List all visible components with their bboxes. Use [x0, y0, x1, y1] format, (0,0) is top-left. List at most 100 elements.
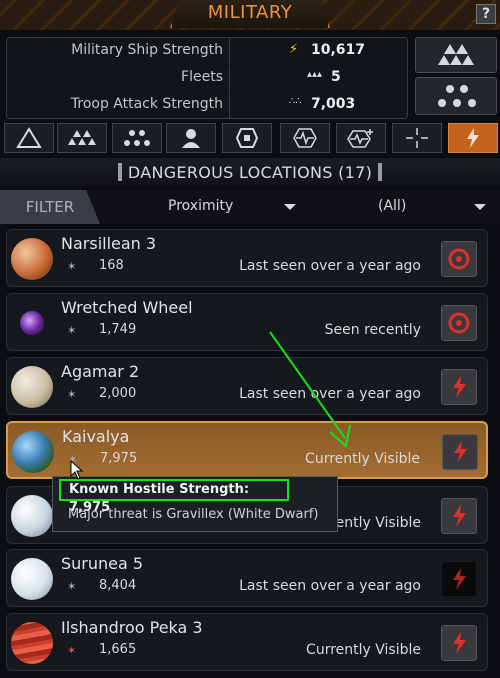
fleet-group-button[interactable]: [415, 37, 497, 73]
planet-icon: [12, 431, 54, 473]
location-name: Agamar 2: [61, 362, 140, 381]
location-strength: 7,975: [100, 451, 138, 466]
planet-icon: [11, 495, 53, 537]
triangle-icon: [16, 127, 42, 148]
crosshair-icon: [406, 128, 428, 148]
attack-button[interactable]: [441, 498, 477, 534]
chevron-down-icon[interactable]: [284, 204, 296, 210]
scope-dropdown[interactable]: (All): [378, 198, 406, 214]
tooltip-title: Known Hostile Strength: 7,975: [59, 479, 289, 515]
waveform-icon: [293, 128, 317, 148]
stat-value: 10,617: [311, 42, 366, 58]
stat-value: 5: [331, 69, 341, 85]
section-title: DANGEROUS LOCATIONS (17): [127, 163, 373, 182]
planet-icon: [11, 238, 53, 280]
target-icon: [448, 248, 470, 270]
tooltip: Known Hostile Strength: 7,975 Major thre…: [52, 476, 338, 532]
tab-shield[interactable]: [222, 123, 272, 153]
lightning-icon: [453, 568, 466, 590]
dot-grid-icon: [124, 130, 150, 146]
location-status: Last seen over a year ago: [239, 258, 421, 274]
location-row[interactable]: Ilshandroo Peka 3 ✶ 1,665 Currently Visi…: [6, 613, 488, 671]
mouse-cursor-icon: [70, 460, 84, 480]
location-status: Currently Visible: [305, 451, 420, 467]
troops-icon: ∴∴: [289, 96, 302, 107]
attack-button[interactable]: [441, 369, 477, 405]
waveform-plus-icon: [347, 129, 373, 148]
stat-label: Troop Attack Strength: [70, 96, 223, 112]
tooltip-body: Major threat is Gravillex (White Dwarf): [68, 507, 319, 522]
planet-icon: [11, 622, 53, 664]
lightning-icon: [453, 505, 466, 527]
lightning-icon: [454, 441, 467, 463]
stat-label: Fleets: [181, 69, 223, 85]
attack-button[interactable]: [442, 434, 478, 470]
location-name: Narsillean 3: [61, 234, 157, 253]
attack-button[interactable]: [441, 625, 477, 661]
planet-icon: [11, 366, 53, 408]
location-name: Kaivalya: [62, 427, 130, 446]
tab-waveform[interactable]: [280, 123, 330, 153]
lightning-icon: [467, 128, 479, 148]
location-name: Surunea 5: [61, 554, 144, 573]
tab-person[interactable]: [166, 123, 216, 153]
page-title: MILITARY: [207, 2, 293, 23]
location-row[interactable]: Wretched Wheel ✶ 1,749 Seen recently: [6, 293, 488, 351]
tab-lightning[interactable]: [448, 123, 498, 153]
shield-icon: [235, 128, 259, 148]
stat-value: 7,003: [311, 96, 356, 112]
fleet-formation-icon: [438, 44, 474, 65]
sort-dropdown[interactable]: Proximity: [168, 198, 233, 214]
location-status: Last seen over a year ago: [239, 578, 421, 594]
dot-grid-icon: [438, 85, 476, 107]
location-row[interactable]: Surunea 5 ✶ 8,404 Last seen over a year …: [6, 549, 488, 607]
tab-triangle[interactable]: [4, 123, 54, 153]
hostile-ship-icon: ✶: [67, 260, 77, 273]
stat-label: Military Ship Strength: [71, 42, 223, 58]
hostile-ship-icon: ✶: [67, 324, 77, 337]
location-status: Last seen over a year ago: [239, 386, 421, 402]
target-button[interactable]: [441, 305, 477, 341]
location-status: Seen recently: [324, 322, 421, 338]
stat-row-fleets: Fleets ▴▴▴ 5: [7, 65, 407, 91]
stat-row-ship-strength: Military Ship Strength ⚡ 10,617: [7, 38, 407, 64]
target-icon: [448, 312, 470, 334]
lightning-icon: [453, 632, 466, 654]
location-strength: 168: [99, 258, 124, 273]
hostile-ship-icon: ✶: [67, 388, 77, 401]
location-strength: 1,665: [99, 642, 137, 657]
lightning-icon: ⚡: [289, 42, 299, 57]
person-icon: [182, 129, 200, 148]
tab-dot-grid[interactable]: [112, 123, 162, 153]
troop-group-button[interactable]: [415, 77, 497, 115]
fleet-icon: ▴▴▴: [307, 69, 323, 80]
divider: [229, 38, 230, 64]
location-name: Wretched Wheel: [61, 298, 193, 317]
filter-label: FILTER: [0, 190, 100, 224]
location-row[interactable]: Narsillean 3 ✶ 168 Last seen over a year…: [6, 229, 488, 287]
divider: [229, 92, 230, 118]
stat-row-troop-strength: Troop Attack Strength ∴∴ 7,003: [7, 92, 407, 118]
location-strength: 8,404: [99, 578, 137, 593]
location-row[interactable]: Agamar 2 ✶ 2,000 Last seen over a year a…: [6, 357, 488, 415]
hostile-ship-icon: ✶: [67, 644, 77, 657]
divider: [229, 65, 230, 91]
fleet-formation-icon: [68, 130, 96, 145]
lightning-icon: [453, 376, 466, 398]
military-stats-panel: Military Ship Strength ⚡ 10,617 Fleets ▴…: [6, 37, 408, 119]
location-strength: 2,000: [99, 386, 137, 401]
tab-fleet-formation[interactable]: [57, 123, 107, 153]
location-name: Ilshandroo Peka 3: [61, 618, 203, 637]
location-strength: 1,749: [99, 322, 137, 337]
tab-bar: [0, 123, 500, 153]
planet-icon: [11, 558, 53, 600]
tab-waveform-plus[interactable]: [336, 123, 386, 153]
target-button[interactable]: [441, 241, 477, 277]
help-button[interactable]: ?: [476, 4, 496, 24]
chevron-down-icon[interactable]: [474, 204, 486, 210]
planet-icon: [20, 311, 44, 335]
tab-crosshair[interactable]: [392, 123, 442, 153]
hostile-ship-icon: ✶: [67, 580, 77, 593]
attack-button[interactable]: [441, 561, 477, 597]
location-status: Currently Visible: [306, 642, 421, 658]
